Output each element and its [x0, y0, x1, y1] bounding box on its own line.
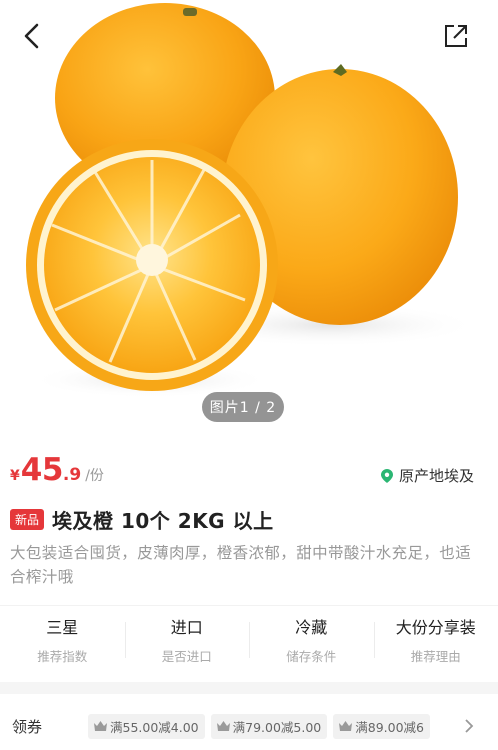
crown-icon — [94, 721, 107, 731]
product-title-row: 新品 埃及橙 10个 2KG 以上 — [10, 505, 490, 534]
back-button[interactable] — [14, 18, 50, 54]
coupon-text: 满89.00减6 — [355, 719, 424, 735]
product-image-gallery[interactable]: 图片1 / 2 — [0, 0, 498, 438]
coupon-chip[interactable]: 满89.00减6 — [333, 713, 430, 739]
origin-label: 原产地埃及 — [398, 467, 474, 485]
new-badge: 新品 — [10, 509, 45, 530]
price-decimal: .9 — [62, 465, 82, 485]
coupon-title: 领券 — [12, 717, 43, 736]
share-button[interactable] — [438, 18, 474, 54]
attribute-value: 进口 — [170, 618, 203, 637]
orange-product-photo — [26, 3, 480, 398]
coupon-row[interactable]: 领券 满55.00减4.00 满79.00减5.00 满89.00减6 — [0, 706, 498, 746]
chevron-right-icon[interactable] — [464, 718, 474, 734]
share-icon — [445, 25, 467, 47]
image-counter: 图片1 / 2 — [202, 392, 284, 422]
coupon-list: 满55.00减4.00 满79.00减5.00 满89.00减6 — [88, 713, 458, 739]
product-title: 埃及橙 10个 2KG 以上 — [52, 509, 274, 533]
attribute-item: 冷藏 储存条件 — [249, 606, 374, 673]
product-description: 大包装适合囤货，皮薄肉厚，橙香浓郁，甜中带酸汁水充足，也适合榨汁哦 — [10, 544, 472, 586]
attribute-item: 进口 是否进口 — [124, 606, 250, 673]
price-row: ¥ 45 .9 /份 原产地埃及 — [0, 448, 498, 494]
coupon-text: 满79.00减5.00 — [232, 719, 322, 735]
coupon-chip[interactable]: 满55.00减4.00 — [88, 713, 205, 739]
crown-icon — [339, 721, 353, 731]
product-attributes: 三星 推荐指数 进口 是否进口 冷藏 储存条件 大份分享装 推荐理由 — [0, 605, 498, 673]
price: ¥ 45 .9 /份 — [10, 452, 104, 488]
attribute-label: 是否进口 — [161, 649, 212, 664]
origin-info: 原产地埃及 — [380, 465, 474, 486]
section-divider — [0, 682, 498, 694]
currency-symbol: ¥ — [10, 468, 20, 484]
attribute-value: 冷藏 — [295, 618, 328, 637]
attribute-value: 三星 — [46, 618, 79, 637]
attribute-label: 推荐理由 — [410, 649, 461, 664]
crown-icon — [216, 721, 230, 731]
price-integer: 45 — [20, 452, 64, 488]
coupon-chip[interactable]: 满79.00减5.00 — [210, 713, 328, 739]
attribute-label: 储存条件 — [286, 649, 337, 664]
price-unit: /份 — [85, 468, 104, 484]
chevron-left-icon — [24, 23, 39, 49]
attribute-item: 大份分享装 推荐理由 — [373, 606, 498, 673]
location-pin-icon — [380, 468, 393, 483]
attribute-item: 三星 推荐指数 — [0, 606, 125, 673]
attribute-label: 推荐指数 — [37, 649, 88, 664]
coupon-text: 满55.00减4.00 — [110, 719, 199, 735]
attribute-value: 大份分享装 — [395, 618, 476, 637]
